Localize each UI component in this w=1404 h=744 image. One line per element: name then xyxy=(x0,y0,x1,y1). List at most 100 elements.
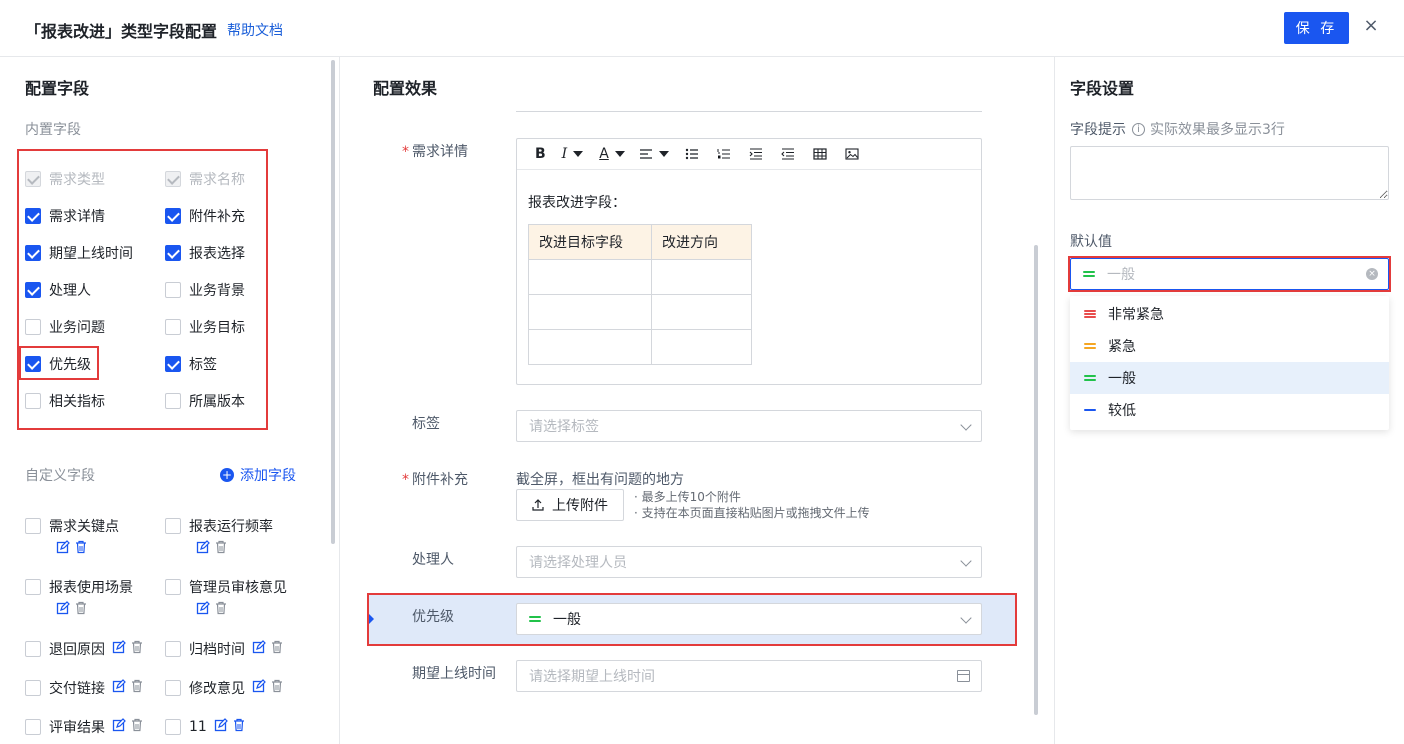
label-handler: 处理人 xyxy=(412,552,454,568)
custom-field-label: 管理员审核意见 xyxy=(189,580,287,596)
align-icon[interactable] xyxy=(639,148,653,160)
checkbox-empty-icon xyxy=(25,579,41,595)
custom-field-label: 退回原因 xyxy=(49,642,105,658)
custom-field-checkbox[interactable]: 管理员审核意见 xyxy=(165,577,287,597)
custom-field-label: 修改意见 xyxy=(189,681,245,697)
custom-field-checkbox[interactable]: 11 xyxy=(165,717,207,737)
custom-field-actions xyxy=(112,640,144,654)
checkbox-empty-icon xyxy=(25,518,41,534)
font-color-button[interactable]: A xyxy=(599,144,609,164)
tag-select[interactable]: 请选择标签 xyxy=(516,410,982,442)
edit-icon[interactable] xyxy=(112,640,126,654)
trash-icon[interactable] xyxy=(130,679,144,693)
left-scrollbar[interactable] xyxy=(331,60,335,544)
edit-icon[interactable] xyxy=(196,601,210,615)
priority-option[interactable]: 非常紧急 xyxy=(1070,298,1389,330)
trash-icon[interactable] xyxy=(232,718,246,732)
priority-option-label: 一般 xyxy=(1108,371,1136,387)
plus-circle-icon: + xyxy=(220,468,234,482)
checkbox-empty-icon xyxy=(25,641,41,657)
custom-field-checkbox[interactable]: 需求关键点 xyxy=(25,516,119,536)
image-icon[interactable] xyxy=(845,148,859,160)
panel-title-config-fields: 配置字段 xyxy=(25,79,90,98)
edit-icon[interactable] xyxy=(252,679,266,693)
close-icon[interactable]: × xyxy=(1362,17,1380,35)
custom-field-label: 报表使用场景 xyxy=(49,580,133,596)
italic-dropdown-icon[interactable] xyxy=(573,151,584,157)
save-button[interactable]: 保 存 xyxy=(1284,12,1349,44)
edit-icon[interactable] xyxy=(112,718,126,732)
upload-attachment-button[interactable]: 上传附件 xyxy=(516,489,624,521)
trash-icon[interactable] xyxy=(270,679,284,693)
handler-select-placeholder: 请选择处理人员 xyxy=(529,555,627,571)
custom-field-checkbox[interactable]: 修改意见 xyxy=(165,678,245,698)
dialog-title: 「报表改进」类型字段配置 xyxy=(25,22,218,41)
priority-option[interactable]: 较低 xyxy=(1070,394,1389,426)
handler-select[interactable]: 请选择处理人员 xyxy=(516,546,982,578)
expected-date-picker[interactable]: 请选择期望上线时间 xyxy=(516,660,982,692)
edit-icon[interactable] xyxy=(56,540,70,554)
numbered-list-icon[interactable] xyxy=(717,148,731,160)
trash-icon[interactable] xyxy=(270,640,284,654)
edit-icon[interactable] xyxy=(56,601,70,615)
edit-icon[interactable] xyxy=(112,679,126,693)
custom-field-actions xyxy=(196,601,228,615)
previous-field-underline xyxy=(516,111,982,112)
table-cell[interactable] xyxy=(528,329,652,365)
custom-field-label: 交付链接 xyxy=(49,681,105,697)
trash-icon[interactable] xyxy=(74,601,88,615)
custom-field-label: 报表运行频率 xyxy=(189,519,273,535)
custom-field-actions xyxy=(112,679,144,693)
priority-option[interactable]: 紧急 xyxy=(1070,330,1389,362)
highlight-frame-builtin xyxy=(17,149,268,430)
edit-icon[interactable] xyxy=(214,718,228,732)
custom-field-checkbox[interactable]: 报表使用场景 xyxy=(25,577,133,597)
help-doc-link[interactable]: 帮助文档 xyxy=(227,20,283,40)
bullet-list-icon[interactable] xyxy=(685,148,699,160)
custom-field-checkbox[interactable]: 归档时间 xyxy=(165,639,245,659)
italic-button[interactable]: I xyxy=(562,144,568,164)
checkbox-empty-icon xyxy=(25,719,41,735)
align-dropdown-icon[interactable] xyxy=(658,151,669,157)
custom-field-checkbox[interactable]: 评审结果 xyxy=(25,717,105,737)
edit-icon[interactable] xyxy=(196,540,210,554)
custom-field-label: 评审结果 xyxy=(49,720,105,736)
field-tip-textarea[interactable] xyxy=(1070,146,1389,200)
custom-field-checkbox[interactable]: 交付链接 xyxy=(25,678,105,698)
custom-field-actions xyxy=(196,540,228,554)
table-icon[interactable] xyxy=(813,148,827,160)
table-cell[interactable] xyxy=(651,294,752,330)
trash-icon[interactable] xyxy=(130,718,144,732)
table-cell[interactable] xyxy=(651,259,752,295)
rich-text-editor[interactable]: B I A 报表改进字段： 改进目标字段 改进方向 xyxy=(516,138,982,385)
outdent-icon[interactable] xyxy=(781,148,795,160)
priority-option[interactable]: 一般 xyxy=(1070,362,1389,394)
custom-field-checkbox[interactable]: 报表运行频率 xyxy=(165,516,273,536)
trash-icon[interactable] xyxy=(214,601,228,615)
attachment-hint: 截全屏，框出有问题的地方 xyxy=(516,472,684,488)
dialog-header: 「报表改进」类型字段配置 帮助文档 保 存 × xyxy=(0,0,1404,57)
font-color-dropdown-icon[interactable] xyxy=(614,151,625,157)
middle-scrollbar[interactable] xyxy=(1034,245,1038,715)
priority-level-icon xyxy=(1084,374,1096,382)
priority-level-icon xyxy=(1084,342,1096,350)
priority-option-label: 较低 xyxy=(1108,403,1136,419)
trash-icon[interactable] xyxy=(214,540,228,554)
chevron-down-icon xyxy=(960,555,972,567)
edit-icon[interactable] xyxy=(252,640,266,654)
calendar-icon xyxy=(957,670,970,682)
bold-button[interactable]: B xyxy=(535,144,546,164)
indent-icon[interactable] xyxy=(749,148,763,160)
table-cell[interactable] xyxy=(528,294,652,330)
trash-icon[interactable] xyxy=(74,540,88,554)
add-field-button[interactable]: + 添加字段 xyxy=(220,465,296,485)
highlight-frame-priority-preview xyxy=(367,593,1017,646)
trash-icon[interactable] xyxy=(130,640,144,654)
table-cell[interactable] xyxy=(651,329,752,365)
chevron-down-icon xyxy=(960,419,972,431)
builtin-fields-title: 内置字段 xyxy=(25,122,81,138)
custom-field-label: 需求关键点 xyxy=(49,519,119,535)
label-req-detail: * 需求详情 xyxy=(402,144,468,160)
custom-field-checkbox[interactable]: 退回原因 xyxy=(25,639,105,659)
table-cell[interactable] xyxy=(528,259,652,295)
